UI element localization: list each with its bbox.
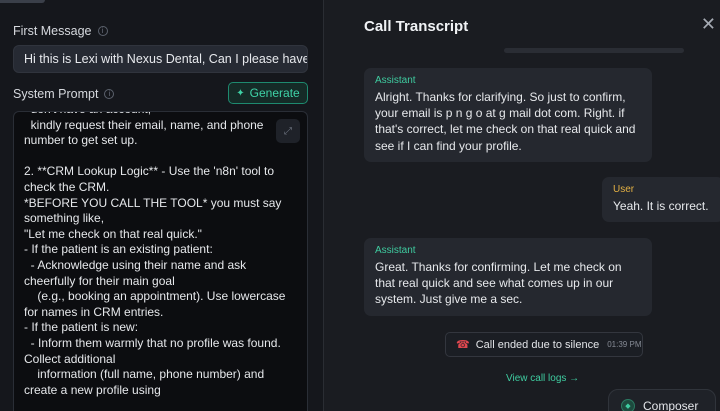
generate-button[interactable]: ✦ Generate [228,82,308,104]
previous-message-edge [504,48,684,53]
info-icon[interactable]: i [97,26,108,36]
assistant-config-panel: First Message i Hi this is Lexi with Nex… [0,0,323,411]
message-text: Great. Thanks for confirming. Let me che… [375,260,622,307]
message-text: Alright. Thanks for clarifying. So just … [375,90,636,153]
user-message: User Yeah. It is correct. [602,177,720,223]
system-prompt-textarea[interactable]: don't have an account, kindly request th… [13,111,308,411]
call-ended-text: Call ended due to silence [475,338,600,351]
expand-icon[interactable]: ⤢ [276,119,300,143]
tab-indicator [0,0,45,3]
assistant-message: Assistant Alright. Thanks for clarifying… [364,68,652,162]
sparkle-icon: ✦ [236,87,245,99]
system-prompt-label: System Prompt [13,87,99,101]
phone-hangup-icon: ☎ [456,338,470,351]
system-prompt-label-row: System Prompt i [13,87,115,101]
first-message-label: First Message [13,24,92,38]
generate-label: Generate [249,86,300,100]
system-prompt-text[interactable]: don't have an account, kindly request th… [24,112,292,398]
composer-button[interactable]: ◆ Composer [608,389,716,411]
call-ended-badge: ☎ Call ended due to silence 01:39 PM [445,332,643,357]
message-text: Yeah. It is correct. [613,199,709,213]
view-call-logs-link[interactable]: View call logs → [506,373,579,384]
transcript-header: Call Transcript ✕ [324,0,720,50]
composer-icon: ◆ [621,399,635,411]
call-ended-time: 01:39 PM [607,340,642,349]
call-transcript-panel: Call Transcript ✕ Assistant Alright. Tha… [324,0,720,411]
first-message-input[interactable]: Hi this is Lexi with Nexus Dental, Can I… [13,45,308,73]
composer-label: Composer [643,399,699,411]
info-icon[interactable]: i [104,89,115,99]
transcript-title: Call Transcript [364,18,469,35]
assistant-message: Assistant Great. Thanks for confirming. … [364,238,652,316]
first-message-label-row: First Message i [13,24,108,38]
close-icon[interactable]: ✕ [701,14,716,35]
message-role: Assistant [375,75,416,86]
message-role: User [613,184,635,195]
message-role: Assistant [375,245,416,256]
